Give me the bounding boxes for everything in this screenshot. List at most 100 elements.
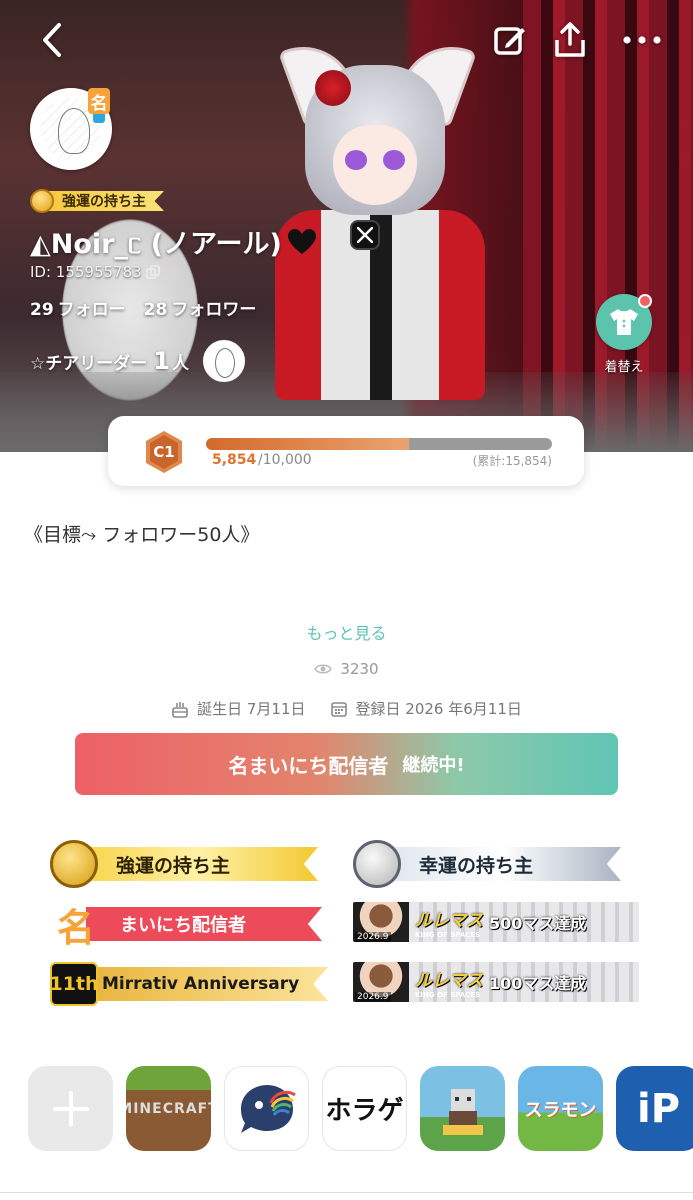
level-current: 5,854	[212, 452, 257, 468]
rurumas-logo-sub: KING OF SPACES	[415, 930, 481, 939]
rurumas-500-label: 500マス達成	[489, 914, 587, 933]
badge-anniversary-label: Mirrativ Anniversary	[82, 967, 328, 1001]
level-badge-icon: C1	[146, 431, 182, 473]
profile-hero: 名 強運の持ち主 ◭Noir_ᥴ (ノアール) ID: 155955783 29…	[0, 0, 693, 452]
app-horror-label: ホラゲ	[325, 1096, 404, 1126]
app-ibis-paint[interactable]: iP	[616, 1066, 693, 1151]
app-slime-label: スラモン	[524, 1099, 597, 1121]
shirt-icon	[610, 309, 638, 335]
cheerleader-label: ☆チアリーダー	[30, 353, 148, 374]
dress-up-button[interactable]: 着替え	[588, 294, 660, 375]
level-badge-text: C1	[153, 443, 174, 461]
profile-dates: 誕生日 7月11日 登録日 2026 年6月11日	[0, 698, 693, 719]
follow-stats: 29 フォロー 28 フォロワー	[30, 295, 256, 320]
add-app-button[interactable]	[28, 1066, 113, 1151]
level-total: /10,000	[258, 452, 312, 468]
edit-icon	[494, 27, 525, 55]
share-button[interactable]	[548, 18, 592, 62]
user-id-row[interactable]: ID: 155955783	[30, 263, 160, 281]
pixel-character-icon	[442, 1088, 483, 1135]
played-apps-row: MINECRAFT ホラゲ スラモン iP	[28, 1066, 693, 1151]
character-eye-right	[383, 150, 405, 170]
see-more-link[interactable]: もっと見る	[0, 620, 693, 644]
rose-accessory	[315, 70, 351, 106]
view-count: 3230	[0, 660, 693, 678]
birthday-text: 誕生日 7月11日	[197, 700, 306, 718]
title-badge-label: 強運の持ち主	[46, 191, 164, 211]
more-icon	[623, 36, 661, 44]
cake-icon	[172, 701, 188, 718]
badge-daily-streamer[interactable]: 名 まいにち配信者	[50, 902, 322, 950]
view-count-value: 3230	[340, 660, 379, 678]
badge-luck[interactable]: 幸運の持ち主	[353, 840, 621, 888]
profile-bio: 《目標⤳ フォロワー50人》	[24, 524, 260, 546]
back-icon	[43, 23, 61, 57]
rurumas-logo: ルレマス KING OF SPACES	[415, 966, 483, 999]
username: ◭Noir_ᥴ (ノアール)	[30, 229, 282, 260]
badge-rurumas-100[interactable]: ルレマス KING OF SPACES 100マス達成 2026.9	[353, 962, 639, 1002]
app-pixel-game[interactable]	[420, 1066, 505, 1151]
app-chat[interactable]	[224, 1066, 309, 1151]
level-progress-fill	[206, 438, 409, 450]
following-count: 29	[30, 300, 54, 320]
badge-strong-luck[interactable]: 強運の持ち主	[50, 840, 318, 888]
character-eye-left	[345, 150, 367, 170]
app-slime-mon[interactable]: スラモン	[518, 1066, 603, 1151]
anniversary-emblem: 11th	[49, 962, 99, 1006]
badge-rurumas-500[interactable]: ルレマス KING OF SPACES 500マス達成 2026.9	[353, 902, 639, 942]
birthday: 誕生日 7月11日	[171, 698, 306, 719]
edit-profile-button[interactable]	[488, 18, 532, 62]
cheerleader-row[interactable]: ☆チアリーダー 1 人	[30, 340, 245, 382]
followers-link[interactable]: 28 フォロワー	[144, 295, 257, 320]
dress-up-circle	[596, 294, 652, 350]
streak-title: 名まいにち配信者	[228, 753, 389, 778]
more-options-button[interactable]	[620, 18, 664, 62]
username-row: ◭Noir_ᥴ (ノアール)	[30, 222, 316, 261]
level-progress-bar	[206, 438, 552, 450]
cheerleader-unit: 人	[171, 353, 189, 374]
cheerleader-count: 1	[153, 347, 170, 375]
app-minecraft[interactable]: MINECRAFT	[126, 1066, 211, 1151]
x-icon	[357, 227, 373, 243]
registration-text: 登録日 2026 年6月11日	[355, 700, 522, 718]
followers-count: 28	[143, 300, 168, 320]
black-heart-icon	[287, 228, 316, 254]
event-year: 2026.9	[355, 992, 391, 1002]
back-button[interactable]	[30, 18, 74, 62]
notification-dot	[638, 294, 652, 308]
cheerleader-avatar[interactable]	[202, 340, 245, 382]
calendar-icon	[330, 701, 347, 717]
eye-icon	[314, 664, 333, 674]
mei-emblem-icon: 名	[56, 905, 95, 950]
rainbow-chat-icon	[240, 1084, 296, 1133]
coin-icon	[30, 189, 54, 213]
app-minecraft-label: MINECRAFT	[126, 1100, 211, 1117]
dress-up-label: 着替え	[604, 360, 644, 375]
mei-glyph: 名	[90, 93, 108, 114]
streak-status: 継続中!	[402, 755, 465, 776]
app-horror-games[interactable]: ホラゲ	[322, 1066, 407, 1151]
divider	[0, 1192, 693, 1193]
followers-label: フォロワー	[171, 300, 257, 320]
rurumas-logo-text: ルレマス	[415, 970, 483, 991]
following-label: フォロー	[57, 300, 126, 320]
level-card[interactable]: C1 5,854 /10,000 (累計:15,854)	[108, 416, 584, 486]
event-year: 2026.9	[355, 932, 391, 942]
rurumas-logo-sub: KING OF SPACES	[415, 990, 481, 999]
x-link-button[interactable]	[350, 220, 380, 250]
badge-luck-label: 幸運の持ち主	[385, 847, 621, 881]
copy-icon[interactable]	[145, 265, 160, 279]
daily-streamer-banner[interactable]: 名まいにち配信者 継続中!	[75, 733, 618, 795]
following-link[interactable]: 29 フォロー	[30, 295, 126, 320]
gold-coin-icon	[50, 840, 98, 888]
badge-strong-luck-label: 強運の持ち主	[82, 847, 318, 881]
share-icon	[555, 22, 585, 57]
title-badge[interactable]: 強運の持ち主	[30, 189, 164, 213]
rurumas-logo-text: ルレマス	[415, 910, 483, 931]
app-ip-label: iP	[636, 1085, 681, 1132]
badge-anniversary[interactable]: 11th Mirrativ Anniversary	[49, 962, 328, 1006]
silver-coin-icon	[353, 840, 401, 888]
user-id: ID: 155955783	[30, 263, 142, 281]
plus-icon	[52, 1090, 89, 1127]
daily-streamer-mini-badge: 名	[88, 88, 110, 123]
